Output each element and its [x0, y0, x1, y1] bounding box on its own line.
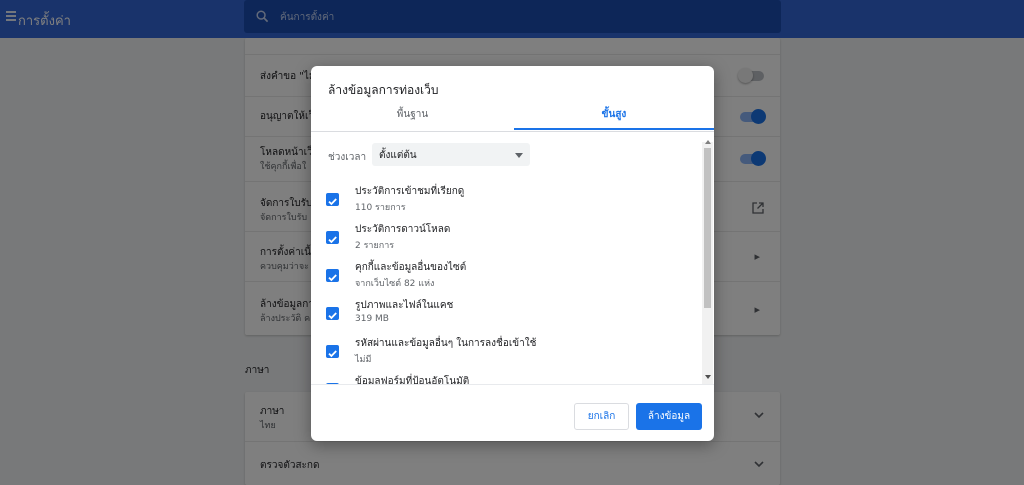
clear-data-button[interactable]: ล้างข้อมูล — [636, 403, 702, 430]
checkmark-icon — [328, 198, 337, 206]
scroll-up-arrow-icon[interactable] — [705, 140, 711, 144]
checkbox-passwords[interactable] — [326, 345, 339, 358]
checkbox-cookies[interactable] — [326, 269, 339, 282]
list-item-cookies[interactable]: คุกกี้และข้อมูลอื่นของไซต์ จากเว็บไซต์ 8… — [326, 260, 696, 298]
list-item-cached-files[interactable]: รูปภาพและไฟล์ในแคช 319 MB — [326, 298, 696, 336]
list-item-autofill[interactable]: ข้อมูลฟอร์มที่ป้อนอัตโนมัติ — [326, 374, 696, 384]
footer-divider — [311, 384, 714, 385]
scroll-down-arrow-icon[interactable] — [705, 375, 711, 379]
checkmark-icon — [328, 274, 337, 282]
items-scroll-area: ประวัติการเข้าชมที่เรียกดู 110 รายการ ปร… — [311, 132, 714, 384]
tab-basic[interactable]: พื้นฐาน — [311, 100, 514, 130]
checkmark-icon — [328, 236, 337, 244]
item-subtitle: จากเว็บไซต์ 82 แห่ง — [355, 279, 435, 289]
list-item-download-history[interactable]: ประวัติการดาวน์โหลด 2 รายการ — [326, 222, 696, 260]
item-title: ประวัติการเข้าชมที่เรียกดู — [355, 186, 465, 197]
cancel-button[interactable]: ยกเลิก — [574, 403, 629, 430]
list-item-passwords[interactable]: รหัสผ่านและข้อมูลอื่นๆ ในการลงชื่อเข้าใช… — [326, 336, 696, 374]
item-title: ประวัติการดาวน์โหลด — [355, 224, 451, 235]
checkmark-icon — [328, 312, 337, 320]
item-title: คุกกี้และข้อมูลอื่นของไซต์ — [355, 262, 467, 273]
item-subtitle: 319 MB — [355, 314, 389, 324]
item-title: รูปภาพและไฟล์ในแคช — [355, 300, 454, 311]
clear-browsing-data-dialog: ล้างข้อมูลการท่องเว็บ พื้นฐาน ขั้นสูง ช่… — [311, 66, 714, 441]
scrollbar-thumb[interactable] — [704, 148, 711, 308]
checkbox-cached-files[interactable] — [326, 307, 339, 320]
item-title: รหัสผ่านและข้อมูลอื่นๆ ในการลงชื่อเข้าใช… — [355, 338, 537, 349]
tab-advanced[interactable]: ขั้นสูง — [514, 100, 714, 130]
item-subtitle: 110 รายการ — [355, 203, 406, 213]
dialog-title: ล้างข้อมูลการท่องเว็บ — [328, 83, 439, 97]
checkbox-browsing-history[interactable] — [326, 193, 339, 206]
item-subtitle: ไม่มี — [355, 355, 372, 365]
checkbox-download-history[interactable] — [326, 231, 339, 244]
item-title: ข้อมูลฟอร์มที่ป้อนอัตโนมัติ — [355, 376, 470, 384]
item-subtitle: 2 รายการ — [355, 241, 395, 251]
checkmark-icon — [328, 350, 337, 358]
list-item-browsing-history[interactable]: ประวัติการเข้าชมที่เรียกดู 110 รายการ — [326, 184, 696, 222]
